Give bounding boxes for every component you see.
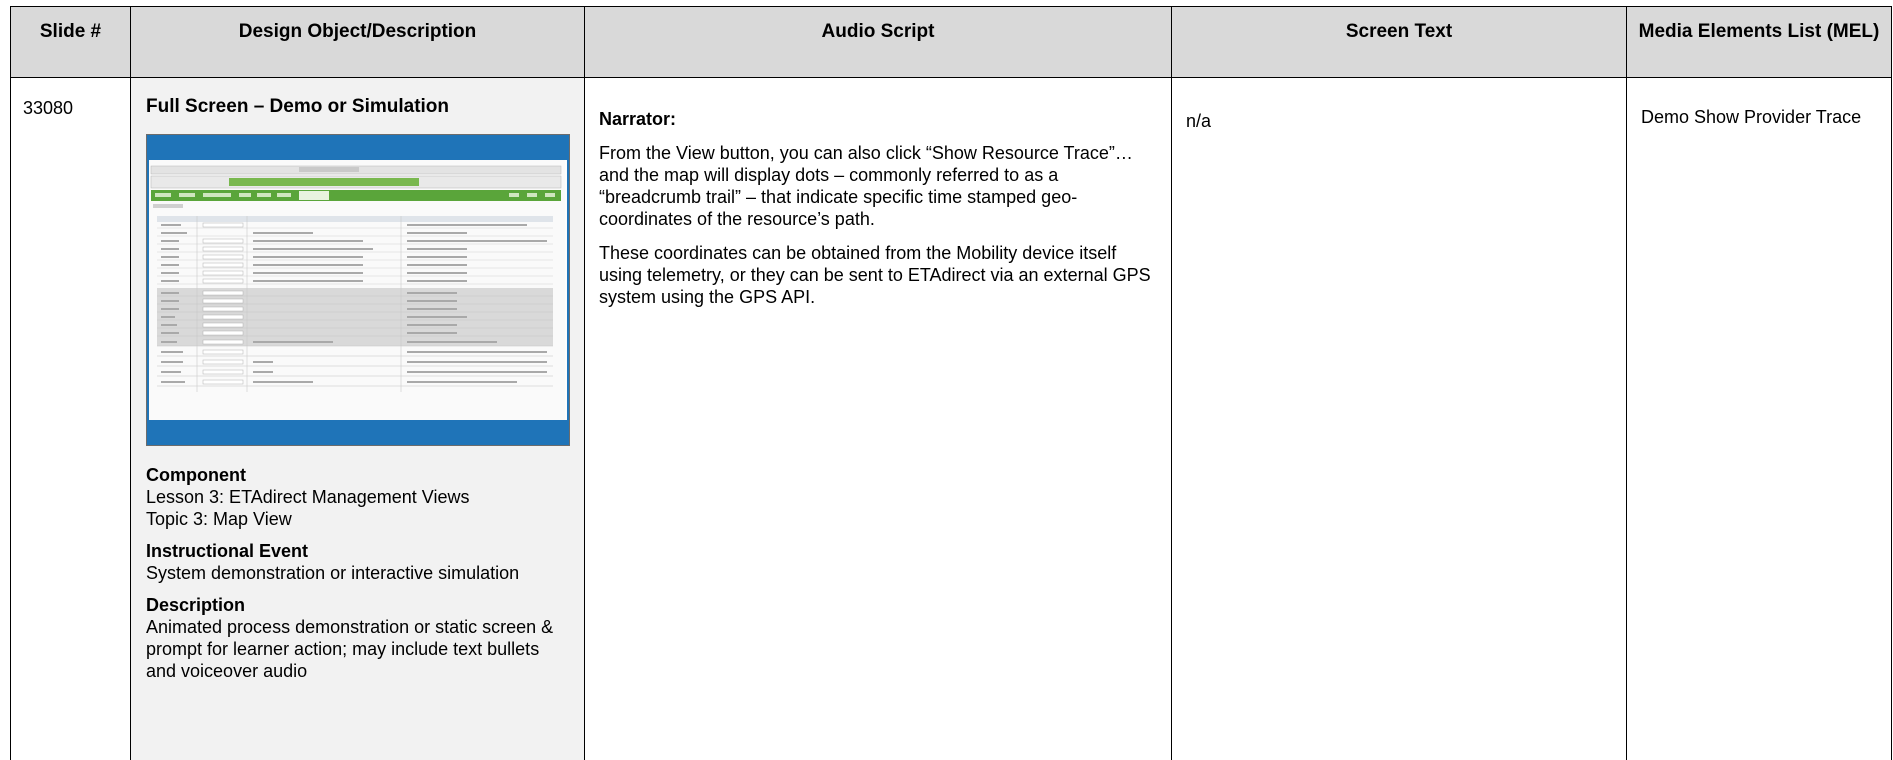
description-label: Description xyxy=(146,595,246,615)
screenshot-thumbnail xyxy=(146,134,570,446)
header-design-object: Design Object/Description xyxy=(130,6,585,78)
component-label: Component xyxy=(146,465,246,485)
storyboard-page: Slide # Design Object/Description Audio … xyxy=(0,0,1893,760)
header-row: Slide # Design Object/Description Audio … xyxy=(10,6,1892,78)
table-row: 33080 Full Screen – Demo or Simulation C… xyxy=(10,77,1892,760)
component-lesson: Lesson 3: ETAdirect Management Views xyxy=(146,487,470,507)
thumbnail-graphic xyxy=(149,160,565,420)
design-title: Full Screen – Demo or Simulation xyxy=(146,96,450,117)
thumbnail-screen xyxy=(149,160,567,420)
header-slide-number: Slide # xyxy=(10,6,131,78)
screen-text-cell: n/a xyxy=(1171,77,1627,760)
narrator-label: Narrator: xyxy=(599,109,677,129)
slide-number-cell: 33080 xyxy=(10,77,131,760)
media-elements-cell: Demo Show Provider Trace xyxy=(1626,77,1892,760)
header-media-elements: Media Elements List (MEL) xyxy=(1626,6,1892,78)
component-topic: Topic 3: Map View xyxy=(146,509,292,529)
storyboard-table: Slide # Design Object/Description Audio … xyxy=(10,6,1892,760)
instructional-event-body: System demonstration or interactive simu… xyxy=(146,563,520,583)
audio-paragraph-2: These coordinates can be obtained from t… xyxy=(599,243,1151,307)
header-screen-text: Screen Text xyxy=(1171,6,1627,78)
description-body: Animated process demonstration or static… xyxy=(146,617,554,681)
instructional-event-label: Instructional Event xyxy=(146,541,309,561)
audio-paragraph-1: From the View button, you can also click… xyxy=(599,143,1133,229)
audio-script-cell: Narrator: From the View button, you can … xyxy=(584,77,1172,760)
header-audio-script: Audio Script xyxy=(584,6,1172,78)
design-object-cell: Full Screen – Demo or Simulation Compone… xyxy=(130,77,585,760)
